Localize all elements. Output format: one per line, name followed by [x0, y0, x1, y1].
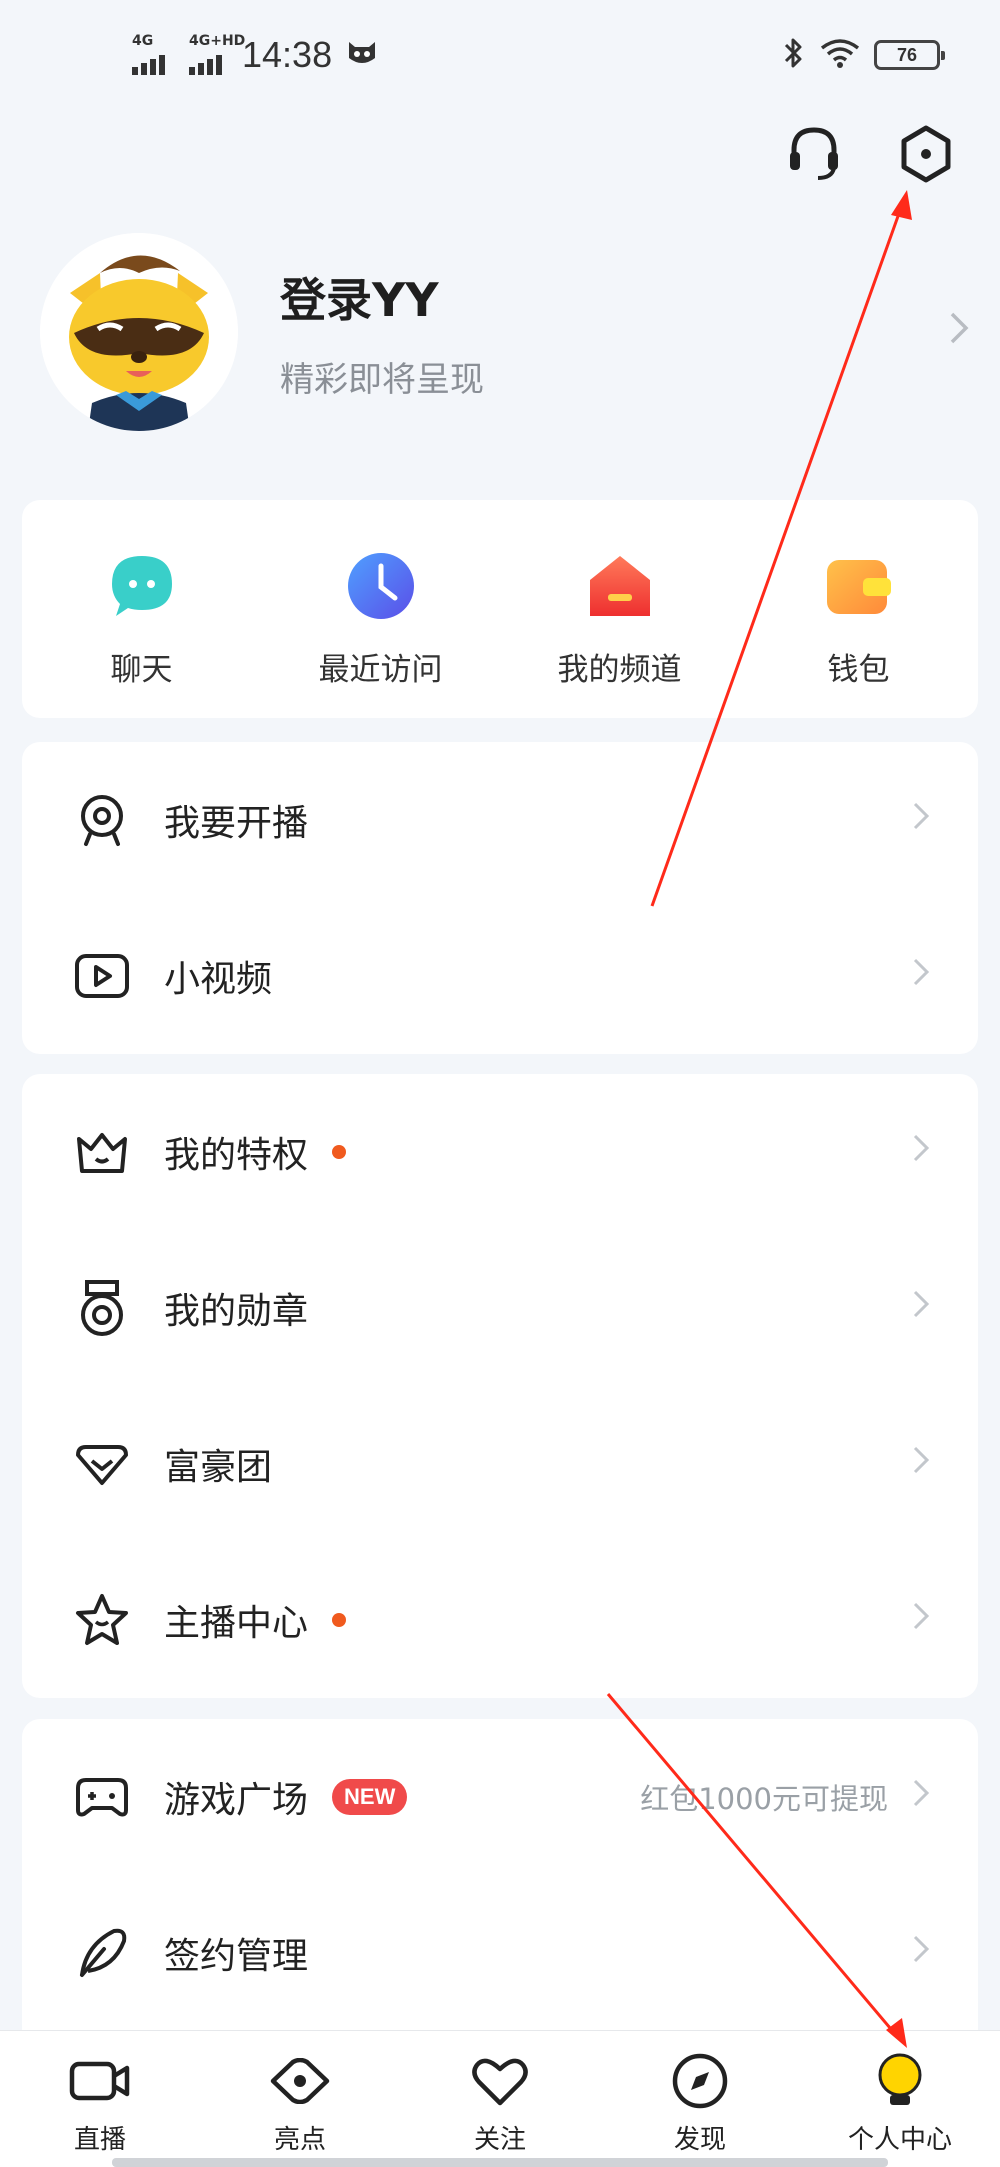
lightbulb-icon [868, 2049, 932, 2113]
signal-4g-hd-label: 4G+HD [189, 33, 246, 49]
bluetooth-icon [782, 36, 806, 74]
tab-live[interactable]: 直播 [0, 2031, 200, 2167]
chevron-right-icon [912, 1600, 930, 1640]
tab-label: 亮点 [273, 2125, 326, 2155]
settings-icon[interactable] [892, 120, 960, 188]
profile-title: 登录YY [280, 272, 439, 327]
crown-icon [70, 1120, 134, 1184]
menu-item-label: 小视频 [164, 959, 273, 1000]
menu-item-short-video[interactable]: 小视频 [22, 898, 978, 1054]
status-time: 14:38 [242, 34, 333, 75]
tab-personal-center[interactable]: 个人中心 [800, 2031, 1000, 2167]
chevron-right-icon [912, 1777, 930, 1817]
red-packet-promo-text: 红包1000元可提现 [640, 1782, 888, 1816]
headset-icon[interactable] [780, 120, 848, 188]
chat-bubble-icon [106, 550, 178, 622]
menu-section-games: 游戏广场 NEW 红包1000元可提现 签约管理 [22, 1719, 978, 2049]
webcam-icon [70, 788, 134, 852]
menu-section-broadcast: 我要开播 小视频 [22, 742, 978, 1054]
tab-label: 直播 [73, 2125, 126, 2155]
chevron-right-icon [912, 800, 930, 840]
signal-4g-label: 4G [132, 33, 154, 49]
status-bar: 4G 4G+HD 14:38 76 [0, 0, 1000, 110]
signal-4g-hd-icon: 4G+HD [189, 33, 245, 75]
chevron-right-icon [912, 1933, 930, 1973]
wifi-icon [820, 38, 860, 72]
tab-highlights[interactable]: 亮点 [200, 2031, 400, 2167]
quick-action-wallet[interactable]: 钱包 [739, 500, 978, 718]
chevron-right-icon [912, 1132, 930, 1172]
video-camera-icon [68, 2049, 132, 2113]
menu-item-label: 主播中心 [164, 1603, 309, 1644]
chevron-right-icon [912, 1444, 930, 1484]
medal-icon [70, 1276, 134, 1340]
menu-item-rich-club[interactable]: 富豪团 [22, 1386, 978, 1542]
menu-item-label: 我的勋章 [164, 1291, 309, 1332]
raccoon-notification-icon [346, 38, 378, 73]
avatar [40, 233, 238, 431]
tab-discover[interactable]: 发现 [600, 2031, 800, 2167]
quick-action-label: 最近访问 [318, 652, 443, 688]
chevron-right-icon [912, 956, 930, 996]
bottom-tab-bar: 直播 亮点 关注 发现 个人中心 [0, 2030, 1000, 2167]
battery-indicator: 76 [874, 40, 945, 70]
gamepad-icon [70, 1765, 134, 1829]
menu-item-label: 签约管理 [164, 1936, 309, 1977]
clock-icon [345, 550, 417, 622]
header-actions [780, 120, 960, 188]
notification-dot [332, 1613, 347, 1627]
menu-item-label: 我要开播 [164, 803, 309, 844]
profile-subtitle: 精彩即将呈现 [280, 359, 484, 400]
menu-item-label: 游戏广场 [164, 1780, 309, 1821]
compass-icon [668, 2049, 732, 2113]
tab-label: 关注 [473, 2125, 526, 2155]
star-icon [70, 1588, 134, 1652]
tab-follow[interactable]: 关注 [400, 2031, 600, 2167]
notification-dot [332, 1145, 347, 1159]
menu-section-privileges: 我的特权 我的勋章 富豪团 主播中心 [22, 1074, 978, 1698]
quick-action-label: 我的频道 [557, 652, 682, 688]
menu-item-game-plaza[interactable]: 游戏广场 NEW 红包1000元可提现 [22, 1719, 978, 1875]
heart-icon [468, 2049, 532, 2113]
quick-action-recent[interactable]: 最近访问 [261, 500, 500, 718]
new-badge: NEW [332, 1779, 408, 1815]
menu-item-contract-management[interactable]: 签约管理 [22, 1875, 978, 2031]
menu-item-medals[interactable]: 我的勋章 [22, 1230, 978, 1386]
home-indicator [112, 2158, 888, 2167]
signal-4g-icon: 4G [132, 33, 165, 75]
feather-icon [70, 1921, 134, 1985]
menu-item-start-live[interactable]: 我要开播 [22, 742, 978, 898]
battery-level: 76 [896, 44, 918, 65]
profile-login-entry[interactable]: 登录YY 精彩即将呈现 [40, 232, 970, 432]
menu-item-label: 富豪团 [164, 1447, 273, 1488]
diamond-icon [70, 1432, 134, 1496]
quick-action-channel[interactable]: 我的频道 [500, 500, 739, 718]
tab-label: 发现 [673, 2125, 726, 2155]
quick-actions-card: 聊天 最近访问 我的频道 钱包 [22, 500, 978, 718]
quick-action-label: 钱包 [827, 652, 890, 688]
quick-action-label: 聊天 [110, 652, 173, 688]
chevron-right-icon [912, 1288, 930, 1328]
house-icon [584, 550, 656, 622]
eye-icon [268, 2049, 332, 2113]
menu-item-anchor-center[interactable]: 主播中心 [22, 1542, 978, 1698]
quick-action-chat[interactable]: 聊天 [22, 500, 261, 718]
menu-item-label: 我的特权 [164, 1135, 309, 1176]
tab-label: 个人中心 [847, 2125, 952, 2155]
chevron-right-icon [948, 310, 970, 355]
wallet-icon [823, 550, 895, 622]
play-video-icon [70, 944, 134, 1008]
menu-item-privileges[interactable]: 我的特权 [22, 1074, 978, 1230]
